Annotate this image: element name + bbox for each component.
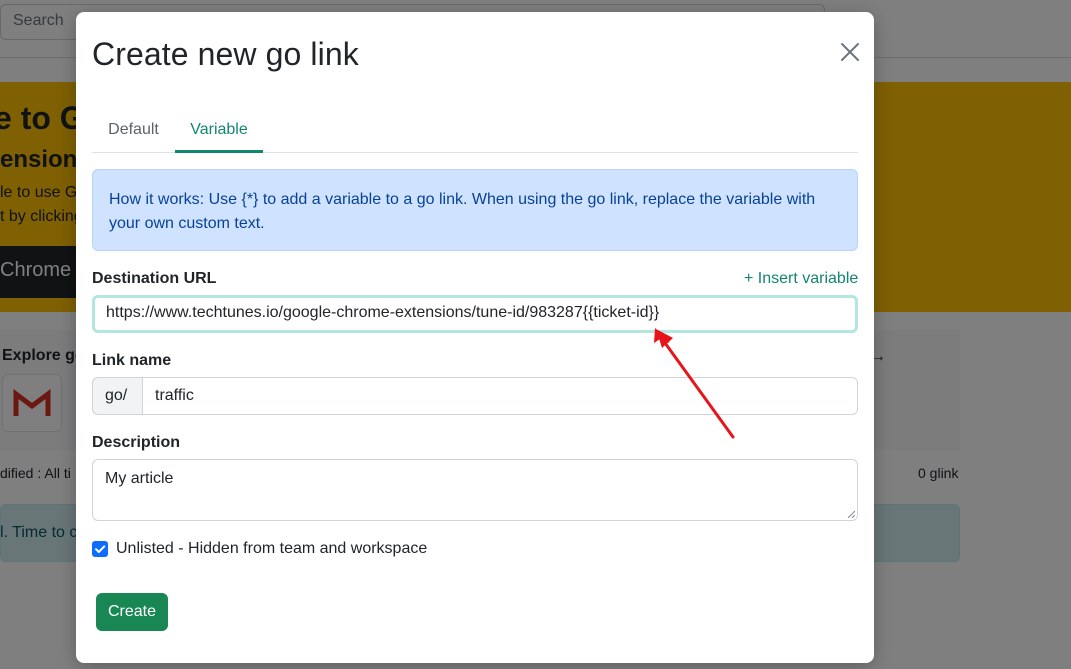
checkmark-icon <box>95 545 106 553</box>
modal-title: Create new go link <box>92 36 359 72</box>
destination-url-input[interactable]: https://www.techtunes.io/google-chrome-e… <box>92 295 858 333</box>
close-icon <box>841 43 859 61</box>
resize-grip-icon[interactable] <box>847 510 855 518</box>
insert-variable-link[interactable]: + Insert variable <box>744 270 858 288</box>
link-name-input[interactable]: traffic <box>142 377 858 415</box>
create-go-link-modal: Create new go link Default Variable How … <box>76 12 874 663</box>
how-it-works-info: How it works: Use {*} to add a variable … <box>92 169 858 251</box>
link-name-group: go/ traffic <box>92 377 858 415</box>
tab-default[interactable]: Default <box>92 116 175 153</box>
unlisted-checkbox[interactable] <box>92 541 108 557</box>
description-value: My article <box>105 470 174 487</box>
close-button[interactable] <box>838 40 862 64</box>
unlisted-label[interactable]: Unlisted - Hidden from team and workspac… <box>116 540 427 558</box>
destination-url-label: Destination URL <box>92 270 217 287</box>
tab-bar: Default Variable <box>92 116 858 153</box>
description-textarea[interactable]: My article <box>92 459 858 521</box>
link-name-label: Link name <box>92 352 172 369</box>
go-prefix: go/ <box>92 377 143 415</box>
tab-variable[interactable]: Variable <box>175 116 263 153</box>
description-label: Description <box>92 434 181 451</box>
create-button[interactable]: Create <box>96 593 168 631</box>
